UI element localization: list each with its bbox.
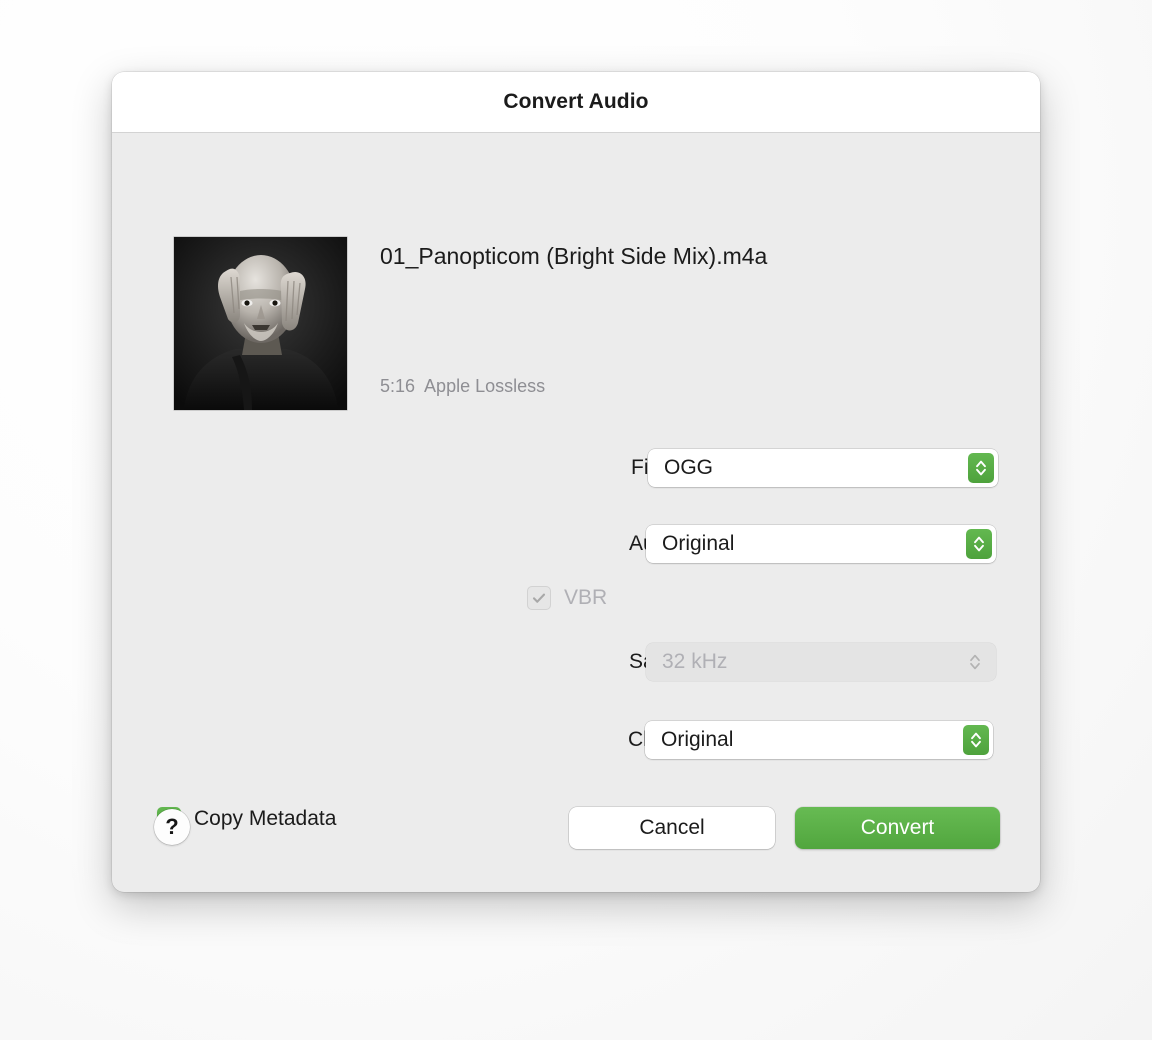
dialog-title: Convert Audio — [503, 90, 649, 113]
album-artwork — [174, 237, 347, 410]
dialog-body: 01_Panopticom (Bright Side Mix).m4a 5:16… — [112, 133, 1040, 891]
channels-row: Channels Original — [628, 721, 993, 759]
file-format-select[interactable]: OGG — [648, 449, 998, 487]
channels-value: Original — [661, 728, 734, 751]
file-format: Apple Lossless — [424, 376, 546, 396]
file-format-value: OGG — [664, 456, 714, 479]
audio-bitrate-label: Audio Bitrate — [629, 532, 749, 556]
chevron-updown-icon[interactable] — [963, 725, 989, 755]
audio-bitrate-row: Audio Bitrate Original — [629, 525, 996, 563]
chevron-updown-icon[interactable] — [968, 453, 994, 483]
chevron-updown-icon[interactable] — [966, 529, 992, 559]
sample-rate-row: Sample Rate 32 kHz — [629, 643, 996, 681]
file-duration: 5:16 — [380, 376, 416, 396]
convert-audio-dialog: Convert Audio 01_Panopticom (Bright Side… — [112, 72, 1040, 892]
vbr-checkbox-row[interactable]: VBR — [527, 586, 607, 610]
vbr-checkbox — [527, 586, 551, 610]
audio-bitrate-select[interactable]: Original — [646, 525, 996, 563]
dialog-titlebar: Convert Audio — [112, 72, 1040, 133]
file-format-label: File Format — [631, 456, 737, 480]
file-format-row: File Format OGG — [631, 449, 998, 487]
vbr-label: VBR — [564, 586, 608, 609]
file-meta: 5:16 Apple Lossless — [380, 376, 545, 397]
file-name: 01_Panopticom (Bright Side Mix).m4a — [380, 243, 768, 269]
channels-select[interactable]: Original — [645, 721, 993, 759]
file-info: 01_Panopticom (Bright Side Mix).m4a 5:16… — [174, 237, 984, 412]
sample-rate-select: 32 kHz — [646, 643, 996, 681]
sample-rate-value: 32 kHz — [662, 650, 728, 673]
sample-rate-label: Sample Rate — [629, 650, 750, 674]
help-button[interactable]: ? — [154, 809, 190, 845]
audio-bitrate-value: Original — [662, 532, 735, 555]
convert-button[interactable]: Convert — [795, 807, 1000, 849]
cancel-button[interactable]: Cancel — [569, 807, 775, 849]
chevron-updown-icon — [962, 647, 988, 677]
channels-label: Channels — [628, 728, 717, 752]
copy-metadata-label: Copy Metadata — [194, 807, 337, 830]
